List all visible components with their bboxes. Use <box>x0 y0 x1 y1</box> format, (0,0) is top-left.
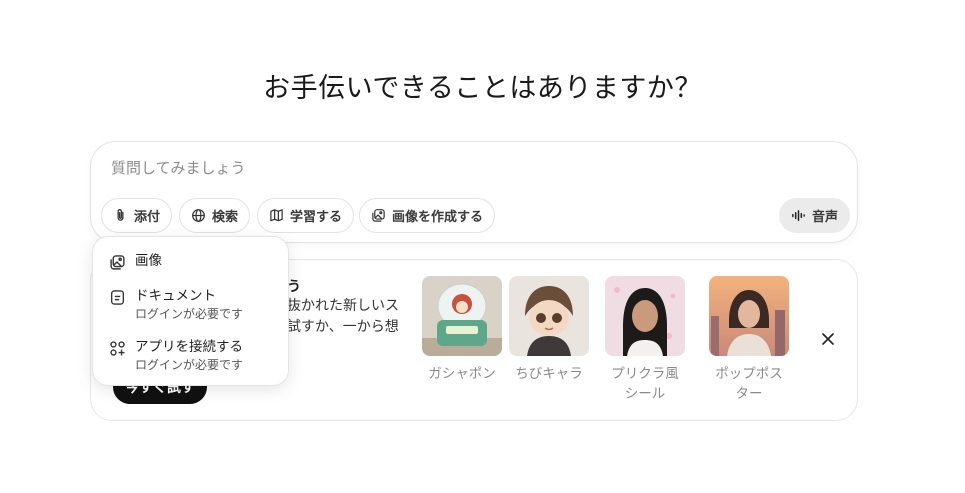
study-label: 学習する <box>290 210 343 225</box>
image-create-icon <box>372 209 385 222</box>
menu-item-connect-apps[interactable]: アプリを接続する ログインが必要です <box>109 338 243 374</box>
menu-item-image-label: 画像 <box>135 253 162 269</box>
menu-item-connect-apps-sub: ログインが必要です <box>135 358 244 372</box>
chibi-thumbnail <box>509 276 589 356</box>
menu-item-document[interactable]: ドキュメント ログインが必要です <box>109 287 243 323</box>
apps-icon <box>110 341 125 356</box>
search-label: 検索 <box>212 210 239 225</box>
menu-item-connect-apps-label: アプリを接続する <box>135 339 243 355</box>
book-icon <box>270 209 283 222</box>
attach-menu: 画像 ドキュメント ログインが必要です アプリを接続する ログインが必要です <box>92 236 289 386</box>
style-option-pop-poster[interactable]: ポップポスター <box>709 276 789 404</box>
gashapon-label: ガシャポン <box>428 366 496 382</box>
close-icon[interactable] <box>817 328 839 350</box>
document-icon <box>110 290 125 305</box>
create-image-label: 画像を作成する <box>392 210 484 225</box>
style-option-chibi[interactable]: ちびキャラ <box>509 276 589 384</box>
gashapon-thumbnail <box>422 276 502 356</box>
voice-button[interactable]: 音声 <box>779 198 851 233</box>
globe-icon <box>192 209 205 222</box>
create-image-button[interactable]: 画像を作成する <box>359 198 496 233</box>
style-option-gashapon[interactable]: ガシャポン <box>422 276 502 384</box>
voice-label: 音声 <box>812 210 839 225</box>
purikura-label: プリクラ風シール <box>611 366 679 402</box>
chibi-label: ちびキャラ <box>515 366 583 382</box>
search-button[interactable]: 検索 <box>179 198 251 233</box>
suggestion-description: 抜かれた新しいス 試すか、一から想 <box>287 296 399 338</box>
prompt-input[interactable] <box>111 159 711 177</box>
attach-label: 添付 <box>134 210 161 225</box>
purikura-thumbnail <box>605 276 685 356</box>
pop-poster-label: ポップポスター <box>715 366 783 402</box>
study-button[interactable]: 学習する <box>257 198 355 233</box>
suggestion-line-1: 抜かれた新しいス <box>287 298 399 314</box>
suggestion-line-2: 試すか、一から想 <box>287 319 399 335</box>
attach-button[interactable]: 添付 <box>101 198 173 233</box>
image-icon <box>110 255 125 270</box>
page-title: お手伝いできることはありますか？ <box>263 73 702 104</box>
pop-poster-thumbnail <box>709 276 789 356</box>
menu-item-document-sub: ログインが必要です <box>135 307 244 321</box>
menu-item-image[interactable]: 画像 <box>109 252 162 271</box>
voice-wave-icon <box>792 210 805 221</box>
menu-item-document-label: ドキュメント <box>135 288 216 304</box>
style-option-purikura[interactable]: プリクラ風シール <box>605 276 685 404</box>
suggestion-title: う <box>287 279 301 295</box>
paperclip-icon <box>117 209 124 221</box>
composer-box: 添付 検索 学習する 画像を作成する 音声 <box>90 141 858 243</box>
